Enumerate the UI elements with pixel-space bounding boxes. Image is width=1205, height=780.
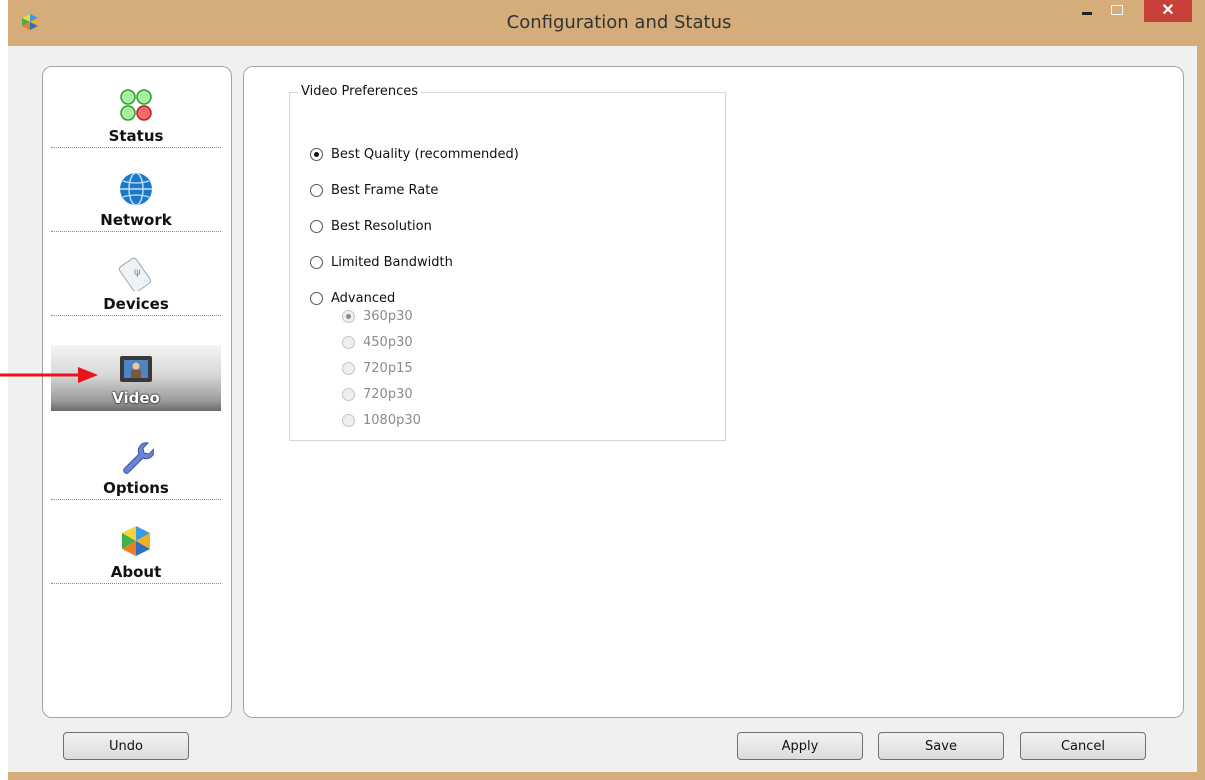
radio-label: Limited Bandwidth (331, 254, 453, 270)
usb-device-icon: ψ (118, 257, 152, 291)
radio-1080p30[interactable]: 1080p30 (342, 411, 421, 429)
radio-450p30[interactable]: 450p30 (342, 333, 413, 351)
undo-button[interactable]: Undo (63, 732, 189, 760)
radio-720p30[interactable]: 720p30 (342, 385, 413, 403)
radio-360p30[interactable]: 360p30 (342, 307, 413, 325)
radio-indicator[interactable] (310, 147, 323, 161)
radio-indicator[interactable] (342, 361, 355, 375)
minimize-button[interactable] (1073, 0, 1101, 22)
cancel-button[interactable]: Cancel (1020, 732, 1146, 760)
sidebar-item-label: Network (100, 211, 172, 229)
sidebar: Status Network ψ Devices Video Options A… (42, 66, 232, 718)
app-logo-icon (122, 526, 150, 556)
sidebar-item-label: About (110, 563, 162, 581)
radio-limited-bandwidth[interactable]: Limited Bandwidth (310, 253, 453, 271)
radio-720p15[interactable]: 720p15 (342, 359, 413, 377)
radio-label: Best Quality (recommended) (331, 146, 519, 162)
annotation-arrow-icon (0, 367, 98, 383)
sidebar-item-status[interactable]: Status (51, 75, 221, 151)
video-monitor-icon (120, 356, 152, 382)
radio-label: 720p30 (363, 386, 413, 402)
radio-advanced[interactable]: Advanced (310, 289, 395, 307)
sidebar-item-label: Options (103, 479, 169, 497)
title-bar[interactable]: Configuration and Status ✕ (8, 0, 1205, 46)
main-panel: Video Preferences Best Quality (recommen… (243, 66, 1184, 718)
radio-indicator[interactable] (310, 219, 323, 233)
sidebar-item-label: Video (112, 389, 160, 407)
radio-indicator[interactable] (310, 183, 323, 197)
group-title: Video Preferences (298, 84, 422, 99)
radio-indicator[interactable] (342, 309, 355, 323)
radio-indicator[interactable] (342, 335, 355, 349)
maximize-button[interactable] (1103, 0, 1131, 22)
radio-label: 450p30 (363, 334, 413, 350)
apply-button[interactable]: Apply (737, 732, 863, 760)
wrench-icon (123, 442, 154, 474)
radio-best-quality[interactable]: Best Quality (recommended) (310, 145, 519, 163)
sidebar-item-label: Status (108, 127, 164, 145)
sidebar-item-network[interactable]: Network (51, 159, 221, 235)
radio-indicator[interactable] (342, 387, 355, 401)
divider (51, 583, 221, 584)
divider (51, 147, 221, 148)
radio-label: Best Frame Rate (331, 182, 439, 198)
status-lights-icon (120, 89, 152, 121)
radio-indicator[interactable] (310, 255, 323, 269)
sidebar-item-devices[interactable]: ψ Devices (51, 243, 221, 319)
client-area: Status Network ψ Devices Video Options A… (8, 46, 1197, 772)
save-button[interactable]: Save (878, 732, 1004, 760)
radio-label: 360p30 (363, 308, 413, 324)
radio-indicator[interactable] (310, 291, 323, 305)
divider (51, 499, 221, 500)
sidebar-item-about[interactable]: About (51, 511, 221, 587)
sidebar-item-options[interactable]: Options (51, 427, 221, 503)
radio-label: Advanced (331, 290, 396, 306)
video-preferences-group: Video Preferences Best Quality (recommen… (289, 84, 726, 441)
radio-label: Best Resolution (331, 218, 432, 234)
window-title: Configuration and Status (506, 12, 732, 33)
sidebar-item-label: Devices (103, 295, 169, 313)
globe-icon (120, 172, 152, 206)
close-button[interactable]: ✕ (1144, 0, 1192, 22)
radio-best-frame-rate[interactable]: Best Frame Rate (310, 181, 438, 199)
radio-best-resolution[interactable]: Best Resolution (310, 217, 432, 235)
divider (51, 315, 221, 316)
divider (51, 231, 221, 232)
radio-indicator[interactable] (342, 413, 355, 427)
svg-text:ψ: ψ (134, 267, 141, 278)
radio-label: 1080p30 (363, 412, 421, 428)
app-window: Configuration and Status ✕ Status Networ… (8, 0, 1205, 780)
radio-label: 720p15 (363, 360, 413, 376)
